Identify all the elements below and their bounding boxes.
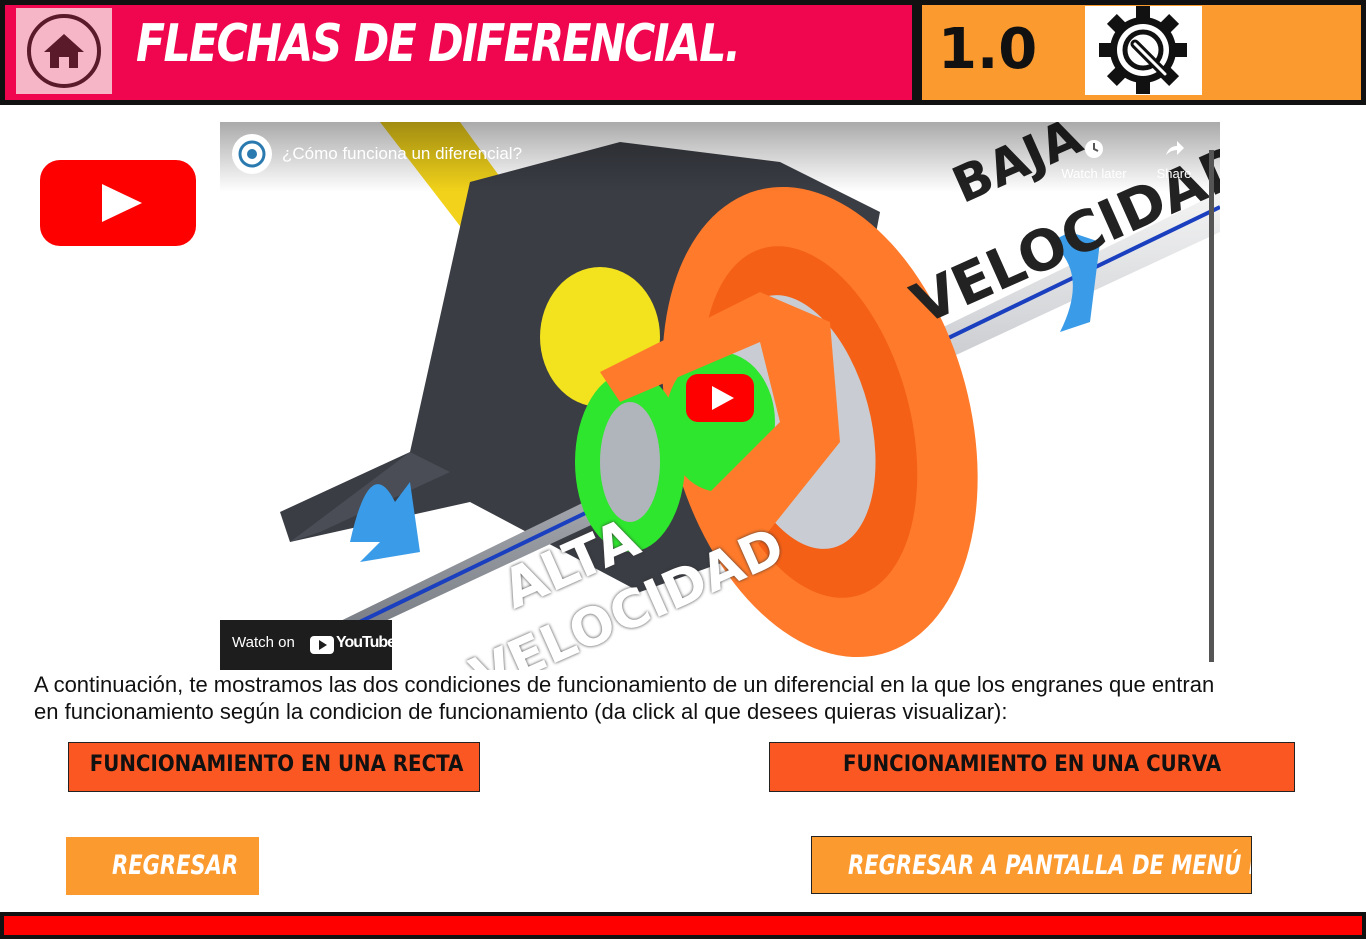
back-button[interactable]: REGRESAR [66,837,259,895]
youtube-brand-label: YouTube [336,634,396,651]
video-scrollbar[interactable] [1209,150,1214,662]
share-button[interactable]: Share [1150,138,1198,181]
curve-mode-label: FUNCIONAMIENTO EN UNA CURVA [842,752,1222,777]
straight-mode-button[interactable]: FUNCIONAMIENTO EN UNA RECTA [68,742,480,792]
page-title: FLECHAS DE DIFERENCIAL. [136,14,741,74]
settings-button[interactable] [1085,6,1202,95]
footer-bar [0,912,1366,939]
instructions-line-2: en funcionamiento según la condicion de … [34,699,1008,724]
instructions-paragraph: A continuación, te mostramos las dos con… [34,671,1344,725]
main-menu-label: REGRESAR A PANTALLA DE MENÚ PRINC [848,850,1251,881]
video-player[interactable]: BAJA VELOCIDAD ALTA VELOCIDAD ¿Cómo func… [220,122,1220,670]
home-icon [27,14,101,88]
share-label: Share [1156,166,1192,181]
youtube-logo-icon [40,160,196,246]
main-menu-button[interactable]: REGRESAR A PANTALLA DE MENÚ PRINC [811,836,1252,894]
watch-later-label: Watch later [1061,166,1127,181]
watch-on-label: Watch on [232,634,295,651]
watch-later-button[interactable]: Watch later [1054,138,1134,181]
version-label: 1.0 [938,17,1038,82]
gear-wrench-icon [1099,6,1187,94]
share-icon [1166,141,1184,155]
straight-mode-label: FUNCIONAMIENTO EN UNA RECTA [89,752,464,777]
clock-icon [1085,140,1103,158]
back-label: REGRESAR [112,850,239,881]
home-button[interactable] [16,8,112,94]
instructions-line-1: A continuación, te mostramos las dos con… [34,672,1215,697]
video-title[interactable]: ¿Cómo funciona un diferencial? [282,144,522,164]
watch-on-youtube-button[interactable]: Watch on YouTube [220,620,396,670]
channel-avatar[interactable] [232,134,272,174]
curve-mode-button[interactable]: FUNCIONAMIENTO EN UNA CURVA [769,742,1295,792]
channel-logo-icon [238,140,266,168]
youtube-small-icon [310,636,334,654]
